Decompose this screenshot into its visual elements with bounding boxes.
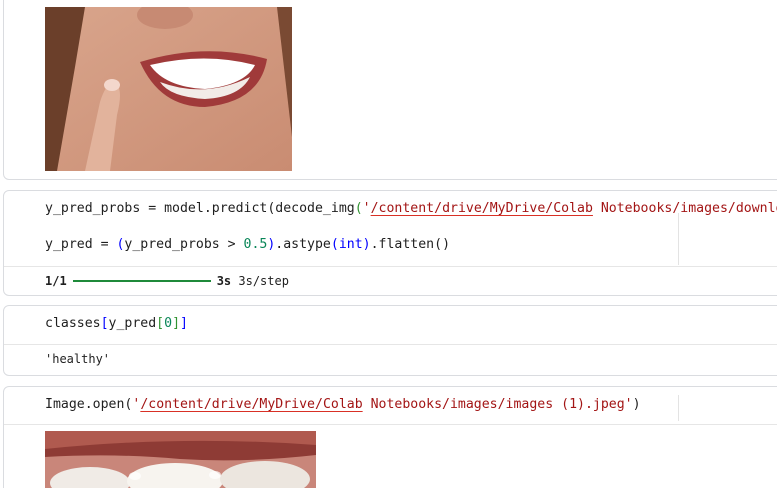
output-separator (4, 266, 777, 267)
output-separator (4, 424, 777, 425)
code-line-image-open[interactable]: Image.open('/content/drive/MyDrive/Colab… (45, 396, 641, 414)
image-output-cell (3, 0, 777, 180)
editor-ruler (678, 395, 679, 421)
code-line-ypred[interactable]: y_pred = (y_pred_probs > 0.5).astype(int… (45, 236, 450, 254)
progress-bar (72, 279, 211, 282)
output-separator (4, 344, 777, 345)
code-line-predict[interactable]: y_pred_probs = model.predict(decode_img(… (45, 200, 777, 218)
code-line-classes[interactable]: classes[y_pred[0]] (45, 315, 188, 333)
code-cell-classes[interactable]: classes[y_pred[0]] 'healthy' (3, 305, 777, 376)
code-cell-image-open[interactable]: Image.open('/content/drive/MyDrive/Colab… (3, 386, 777, 488)
progress-output: 1/1 3s 3s/step (45, 274, 289, 288)
code-cell-predict[interactable]: y_pred_probs = model.predict(decode_img(… (3, 190, 777, 296)
smile-image (45, 7, 292, 171)
editor-ruler (678, 213, 679, 265)
classes-output: 'healthy' (45, 352, 111, 366)
teeth-image (45, 431, 316, 488)
